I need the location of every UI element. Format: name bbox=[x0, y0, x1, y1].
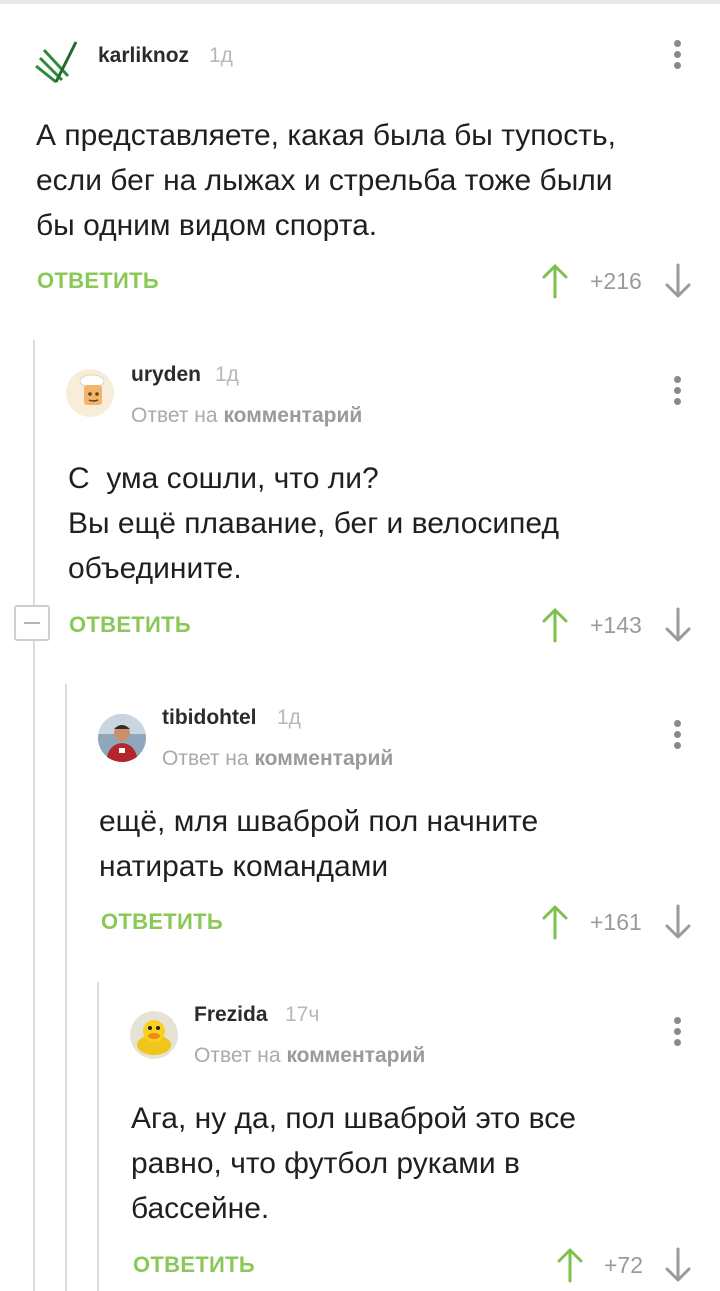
avatar[interactable] bbox=[98, 714, 146, 762]
username[interactable]: Frezida bbox=[194, 1003, 268, 1027]
reply-button[interactable]: ОТВЕТИТЬ bbox=[101, 909, 223, 935]
arrow-up-icon[interactable] bbox=[541, 263, 569, 299]
avatar[interactable] bbox=[130, 1011, 178, 1059]
arrow-down-icon[interactable] bbox=[664, 1247, 692, 1283]
thread-line-level-1 bbox=[33, 340, 35, 1291]
arrow-down-icon[interactable] bbox=[664, 904, 692, 940]
rating-count: +72 bbox=[604, 1252, 644, 1278]
comment-text: С ума сошли, что ли? Вы ещё плавание, бе… bbox=[68, 462, 559, 585]
more-vertical-icon[interactable] bbox=[668, 372, 688, 408]
more-vertical-icon[interactable] bbox=[668, 716, 688, 752]
rating-count: +161 bbox=[590, 909, 642, 935]
reply-to-link[interactable]: Ответ на комментарий bbox=[194, 1044, 425, 1068]
reply-to-target[interactable]: комментарий bbox=[286, 1044, 425, 1067]
arrow-down-icon[interactable] bbox=[664, 607, 692, 643]
reply-to-target[interactable]: комментарий bbox=[223, 404, 362, 427]
thread-line-level-3 bbox=[97, 982, 99, 1291]
rating-count: +143 bbox=[590, 612, 642, 638]
timestamp: 17ч bbox=[285, 1003, 320, 1026]
more-vertical-icon[interactable] bbox=[668, 1013, 688, 1049]
username[interactable]: uryden bbox=[131, 363, 201, 387]
reply-to-link[interactable]: Ответ на комментарий bbox=[131, 404, 362, 428]
reply-to-prefix: Ответ на bbox=[162, 747, 249, 770]
comment-text: А представляете, какая была бы тупость, … bbox=[36, 119, 616, 242]
arrow-up-icon[interactable] bbox=[556, 1247, 584, 1283]
timestamp: 1д bbox=[277, 706, 301, 729]
arrow-up-icon[interactable] bbox=[541, 904, 569, 940]
top-divider bbox=[0, 0, 720, 4]
reply-button[interactable]: ОТВЕТИТЬ bbox=[133, 1252, 255, 1278]
reply-to-prefix: Ответ на bbox=[194, 1044, 281, 1067]
username[interactable]: karliknoz bbox=[98, 44, 189, 68]
reply-to-target[interactable]: комментарий bbox=[254, 747, 393, 770]
avatar[interactable] bbox=[66, 369, 114, 417]
timestamp: 1д bbox=[209, 44, 233, 67]
reply-button[interactable]: ОТВЕТИТЬ bbox=[69, 612, 191, 638]
arrow-down-icon[interactable] bbox=[664, 263, 692, 299]
collapse-minus-icon[interactable] bbox=[14, 605, 50, 641]
timestamp: 1д bbox=[215, 363, 239, 386]
reply-to-prefix: Ответ на bbox=[131, 404, 218, 427]
reply-button[interactable]: ОТВЕТИТЬ bbox=[37, 268, 159, 294]
comment-text: Ага, ну да, пол шваброй это все равно, ч… bbox=[131, 1102, 576, 1225]
more-vertical-icon[interactable] bbox=[668, 36, 688, 72]
arrow-up-icon[interactable] bbox=[541, 607, 569, 643]
comment-text: ещё, мля шваброй пол начните натирать ко… bbox=[99, 805, 539, 883]
thread-line-level-2 bbox=[65, 684, 67, 1291]
avatar[interactable] bbox=[34, 36, 82, 84]
rating-count: +216 bbox=[590, 268, 642, 294]
reply-to-link[interactable]: Ответ на комментарий bbox=[162, 747, 393, 771]
username[interactable]: tibidohtel bbox=[162, 706, 256, 730]
